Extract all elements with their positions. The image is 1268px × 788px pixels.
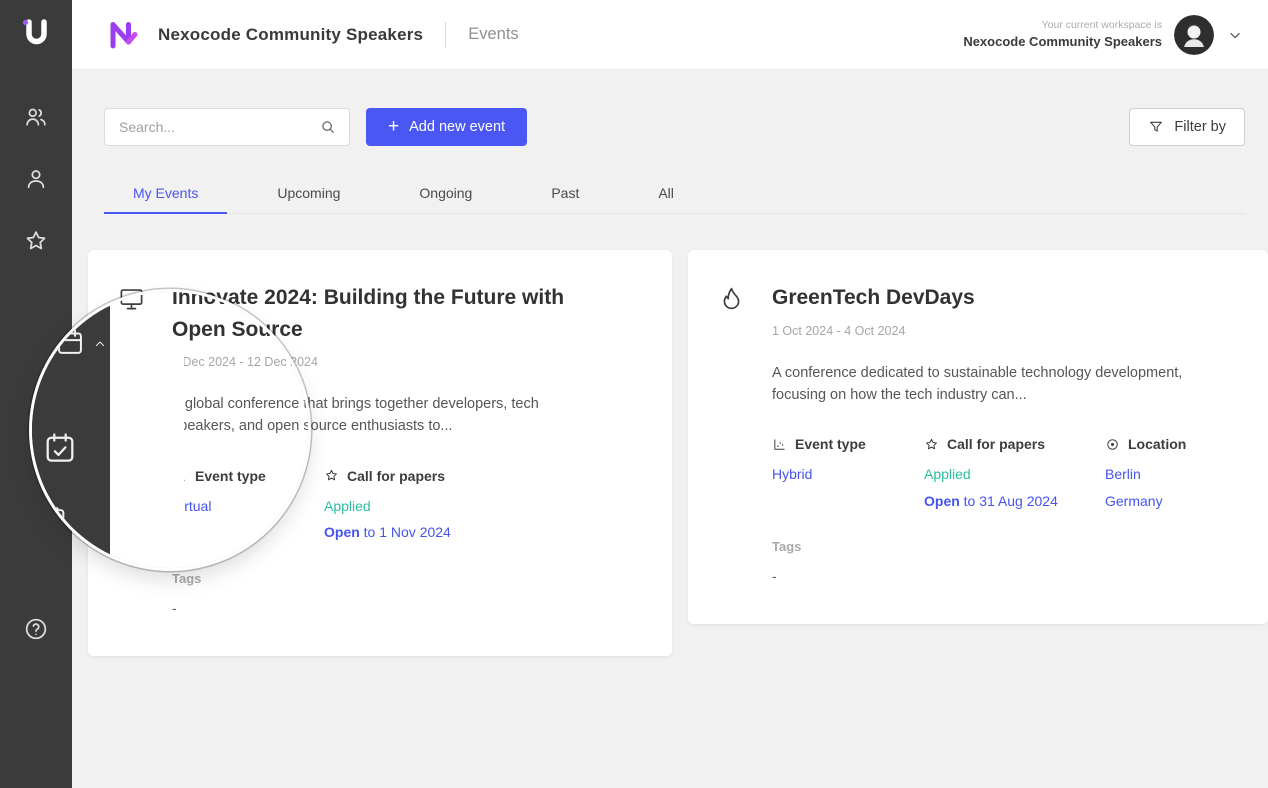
people-icon <box>23 104 49 130</box>
location-country: Germany <box>1105 491 1186 511</box>
chart-icon <box>772 437 787 452</box>
workspace-hint: Your current workspace is <box>963 19 1162 32</box>
sidebar-item-help[interactable] <box>23 616 49 642</box>
location-col: Location Berlin Germany <box>1105 436 1186 511</box>
filter-funnel-icon <box>1148 119 1164 135</box>
star-icon <box>324 468 339 483</box>
event-type-col: Event type Hybrid <box>772 436 908 511</box>
sidebar-item-profile[interactable] <box>23 166 49 192</box>
search-input[interactable] <box>117 118 319 136</box>
call-for-papers-col: Call for papers Applied Open to 1 Nov 20… <box>324 468 489 543</box>
location-city: Berlin <box>1105 464 1186 484</box>
clipboard-check-icon <box>38 504 70 536</box>
flame-icon <box>718 285 745 312</box>
star-icon <box>924 437 939 452</box>
calendar-check-icon <box>42 430 78 466</box>
event-card-greentech-devdays[interactable]: GreenTech DevDays 1 Oct 2024 - 4 Oct 202… <box>688 250 1268 624</box>
event-title: GreenTech DevDays <box>772 282 1202 314</box>
magnifier-lens-overlay <box>32 292 308 568</box>
tags-label: Tags <box>172 571 642 586</box>
cfp-status: Applied <box>324 496 489 516</box>
star-icon <box>23 228 49 254</box>
event-description: A conference dedicated to sustainable te… <box>772 362 1187 407</box>
event-card-body: GreenTech DevDays 1 Oct 2024 - 4 Oct 202… <box>772 282 1238 584</box>
app-header: Nexocode Community Speakers Events Your … <box>72 0 1268 70</box>
add-new-event-button[interactable]: + Add new event <box>366 108 527 146</box>
workspace-logo-icon[interactable] <box>16 12 56 52</box>
nexocode-logo-icon <box>104 15 144 55</box>
magnifier-lens-content <box>32 292 308 568</box>
sidebar-item-favorites[interactable] <box>23 228 49 254</box>
app-title: Nexocode Community Speakers <box>158 25 423 45</box>
call-for-papers-label: Call for papers <box>324 468 489 484</box>
workspace-text: Your current workspace is Nexocode Commu… <box>963 19 1162 50</box>
sidebar-item-calendar[interactable] <box>54 326 86 358</box>
calendar-collapse-toggle[interactable] <box>92 336 108 352</box>
section-title: Events <box>468 25 518 44</box>
event-type-icon-col <box>718 282 772 584</box>
location-label: Location <box>1105 436 1186 452</box>
calendar-icon <box>54 326 86 358</box>
tags-value: - <box>172 600 642 616</box>
tab-upcoming[interactable]: Upcoming <box>248 172 369 213</box>
tags-value: - <box>772 568 1238 584</box>
add-new-event-label: Add new event <box>409 119 505 135</box>
filter-by-button[interactable]: Filter by <box>1129 108 1245 146</box>
sidebar-item-my-events[interactable] <box>42 430 78 466</box>
event-meta-row: Event type Hybrid Call for papers Applie… <box>772 436 1238 511</box>
cfp-status: Applied <box>924 464 1089 484</box>
sidebar-item-proposals[interactable] <box>38 504 70 536</box>
search-box <box>104 108 350 146</box>
event-tabs: My Events Upcoming Ongoing Past All <box>104 172 1245 214</box>
magnified-card-area <box>110 352 184 532</box>
sidebar-item-community[interactable] <box>23 104 49 130</box>
tab-past[interactable]: Past <box>522 172 608 213</box>
event-type-value: Hybrid <box>772 464 908 484</box>
cfp-open-until: Open to 31 Aug 2024 <box>924 491 1089 511</box>
tab-my-events[interactable]: My Events <box>104 172 227 213</box>
person-icon <box>23 166 49 192</box>
tags-label: Tags <box>772 539 1238 554</box>
toolbar: + Add new event Filter by <box>104 108 1245 146</box>
event-type-label: Event type <box>772 436 908 452</box>
cfp-open-until: Open to 1 Nov 2024 <box>324 522 489 542</box>
header-divider <box>445 22 446 48</box>
call-for-papers-col: Call for papers Applied Open to 31 Aug 2… <box>924 436 1089 511</box>
event-dates: 1 Oct 2024 - 4 Oct 2024 <box>772 324 1238 338</box>
header-workspace-area: Your current workspace is Nexocode Commu… <box>963 15 1244 55</box>
tab-ongoing[interactable]: Ongoing <box>390 172 501 213</box>
avatar[interactable] <box>1174 15 1214 55</box>
location-icon <box>1105 437 1120 452</box>
tab-all[interactable]: All <box>629 172 703 213</box>
plus-icon: + <box>388 117 399 136</box>
search-icon[interactable] <box>319 118 337 136</box>
events-page: Nexocode Community Speakers Events Your … <box>0 0 1268 788</box>
chevron-down-icon <box>1226 26 1244 44</box>
help-icon <box>23 616 49 642</box>
call-for-papers-label: Call for papers <box>924 436 1089 452</box>
workspace-name: Nexocode Community Speakers <box>963 34 1162 50</box>
workspace-menu-toggle[interactable] <box>1226 26 1244 44</box>
chevron-up-icon <box>92 336 108 352</box>
filter-by-label: Filter by <box>1174 119 1226 135</box>
